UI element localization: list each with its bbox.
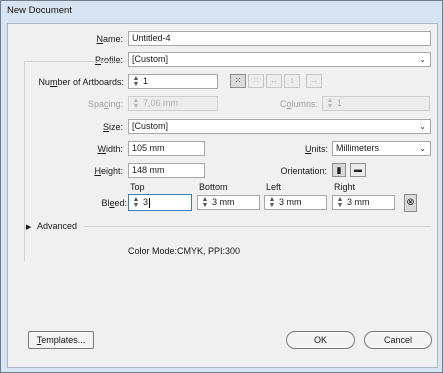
grid-by-column-icon[interactable]: ⁙ (248, 74, 264, 88)
spacing-input[interactable]: ▲ ▼ 7,06 mm (128, 96, 218, 111)
landscape-icon[interactable]: ▬ (350, 163, 366, 177)
height-label: Height: (94, 166, 123, 176)
chevron-down-icon: ⌄ (419, 144, 426, 153)
bleed-top-input[interactable]: ▲ ▼ 3 (128, 194, 192, 211)
name-label: Name: (96, 34, 123, 44)
spinner-icon: ▲ ▼ (132, 96, 140, 110)
new-document-dialog: New Document Name: Untitled-4 Profile: [… (0, 0, 443, 373)
bleed-left-input[interactable]: ▲ ▼ 3 mm (264, 195, 327, 210)
triangle-right-icon[interactable]: ▶ (26, 223, 31, 231)
spinner-icon: ▲ ▼ (326, 96, 334, 110)
size-label: Size: (102, 122, 123, 132)
artboards-input[interactable]: ▲ ▼ 1 (128, 74, 218, 89)
dialog-body: Name: Untitled-4 Profile: [Custom] ⌄ Num… (7, 23, 438, 368)
profile-dropdown[interactable]: [Custom] ⌄ (128, 52, 431, 67)
columns-input[interactable]: ▲ ▼ 1 (322, 96, 430, 111)
bleed-bottom-header: Bottom (199, 182, 228, 192)
units-value: Millimeters (336, 143, 380, 153)
bleed-right-header: Right (334, 182, 356, 192)
grid-by-row-icon[interactable]: ⁙ (230, 74, 246, 88)
right-to-left-icon[interactable]: → (306, 74, 322, 88)
artboards-label: Number of Artboards: (38, 77, 124, 87)
profile-label: Profile: (94, 55, 123, 65)
bleed-right-value: 3 mm (347, 197, 370, 207)
size-value: [Custom] (132, 121, 169, 131)
width-label: Width: (97, 144, 123, 154)
spinner-icon[interactable]: ▲ ▼ (201, 196, 209, 209)
height-input[interactable]: 148 mm (128, 163, 205, 178)
bleed-bottom-input[interactable]: ▲ ▼ 3 mm (197, 195, 260, 210)
bleed-label: Bleed: (101, 198, 127, 208)
spinner-icon[interactable]: ▲ ▼ (132, 75, 140, 88)
arrange-by-row-icon[interactable]: ↔ (266, 74, 282, 88)
size-dropdown[interactable]: [Custom] ⌄ (128, 119, 431, 134)
bleed-top-value: 3 (143, 197, 149, 207)
columns-label: Columns: (279, 99, 318, 109)
units-label: Units: (304, 144, 328, 154)
arrange-by-column-icon[interactable]: ↕ (284, 74, 300, 88)
window-title: New Document (7, 5, 72, 16)
bleed-left-header: Left (266, 182, 282, 192)
group-border-top (24, 61, 126, 62)
text-caret (149, 197, 151, 208)
chain-link-icon[interactable]: ⊗ (404, 194, 417, 212)
spinner-icon[interactable]: ▲ ▼ (132, 196, 140, 209)
width-input[interactable]: 105 mm (128, 141, 205, 156)
chevron-down-icon: ⌄ (419, 122, 426, 131)
templates-button[interactable]: Templates... (28, 331, 94, 349)
advanced-divider (84, 226, 431, 227)
bleed-right-input[interactable]: ▲ ▼ 3 mm (332, 195, 395, 210)
columns-value: 1 (337, 98, 343, 108)
ok-button[interactable]: OK (286, 331, 355, 349)
bleed-bottom-value: 3 mm (212, 197, 235, 207)
title-bar: New Document (1, 1, 442, 21)
spacing-value: 7,06 mm (143, 98, 179, 108)
group-border-left (24, 61, 25, 261)
bleed-top-header: Top (130, 182, 145, 192)
bleed-left-value: 3 mm (279, 197, 302, 207)
artboards-value: 1 (143, 76, 149, 86)
name-input[interactable]: Untitled-4 (128, 31, 431, 46)
chevron-down-icon: ⌄ (419, 55, 426, 64)
units-dropdown[interactable]: Millimeters ⌄ (332, 141, 431, 156)
orientation-label: Orientation: (280, 166, 327, 176)
advanced-toggle[interactable]: Advanced (37, 221, 77, 231)
cancel-button[interactable]: Cancel (364, 331, 432, 349)
portrait-icon[interactable]: ▮ (332, 163, 346, 177)
spacing-label: Spacing: (87, 99, 123, 109)
spinner-icon[interactable]: ▲ ▼ (336, 196, 344, 209)
profile-value: [Custom] (132, 54, 169, 64)
spinner-icon[interactable]: ▲ ▼ (268, 196, 276, 209)
color-mode-info: Color Mode:CMYK, PPI:300 (128, 246, 241, 256)
